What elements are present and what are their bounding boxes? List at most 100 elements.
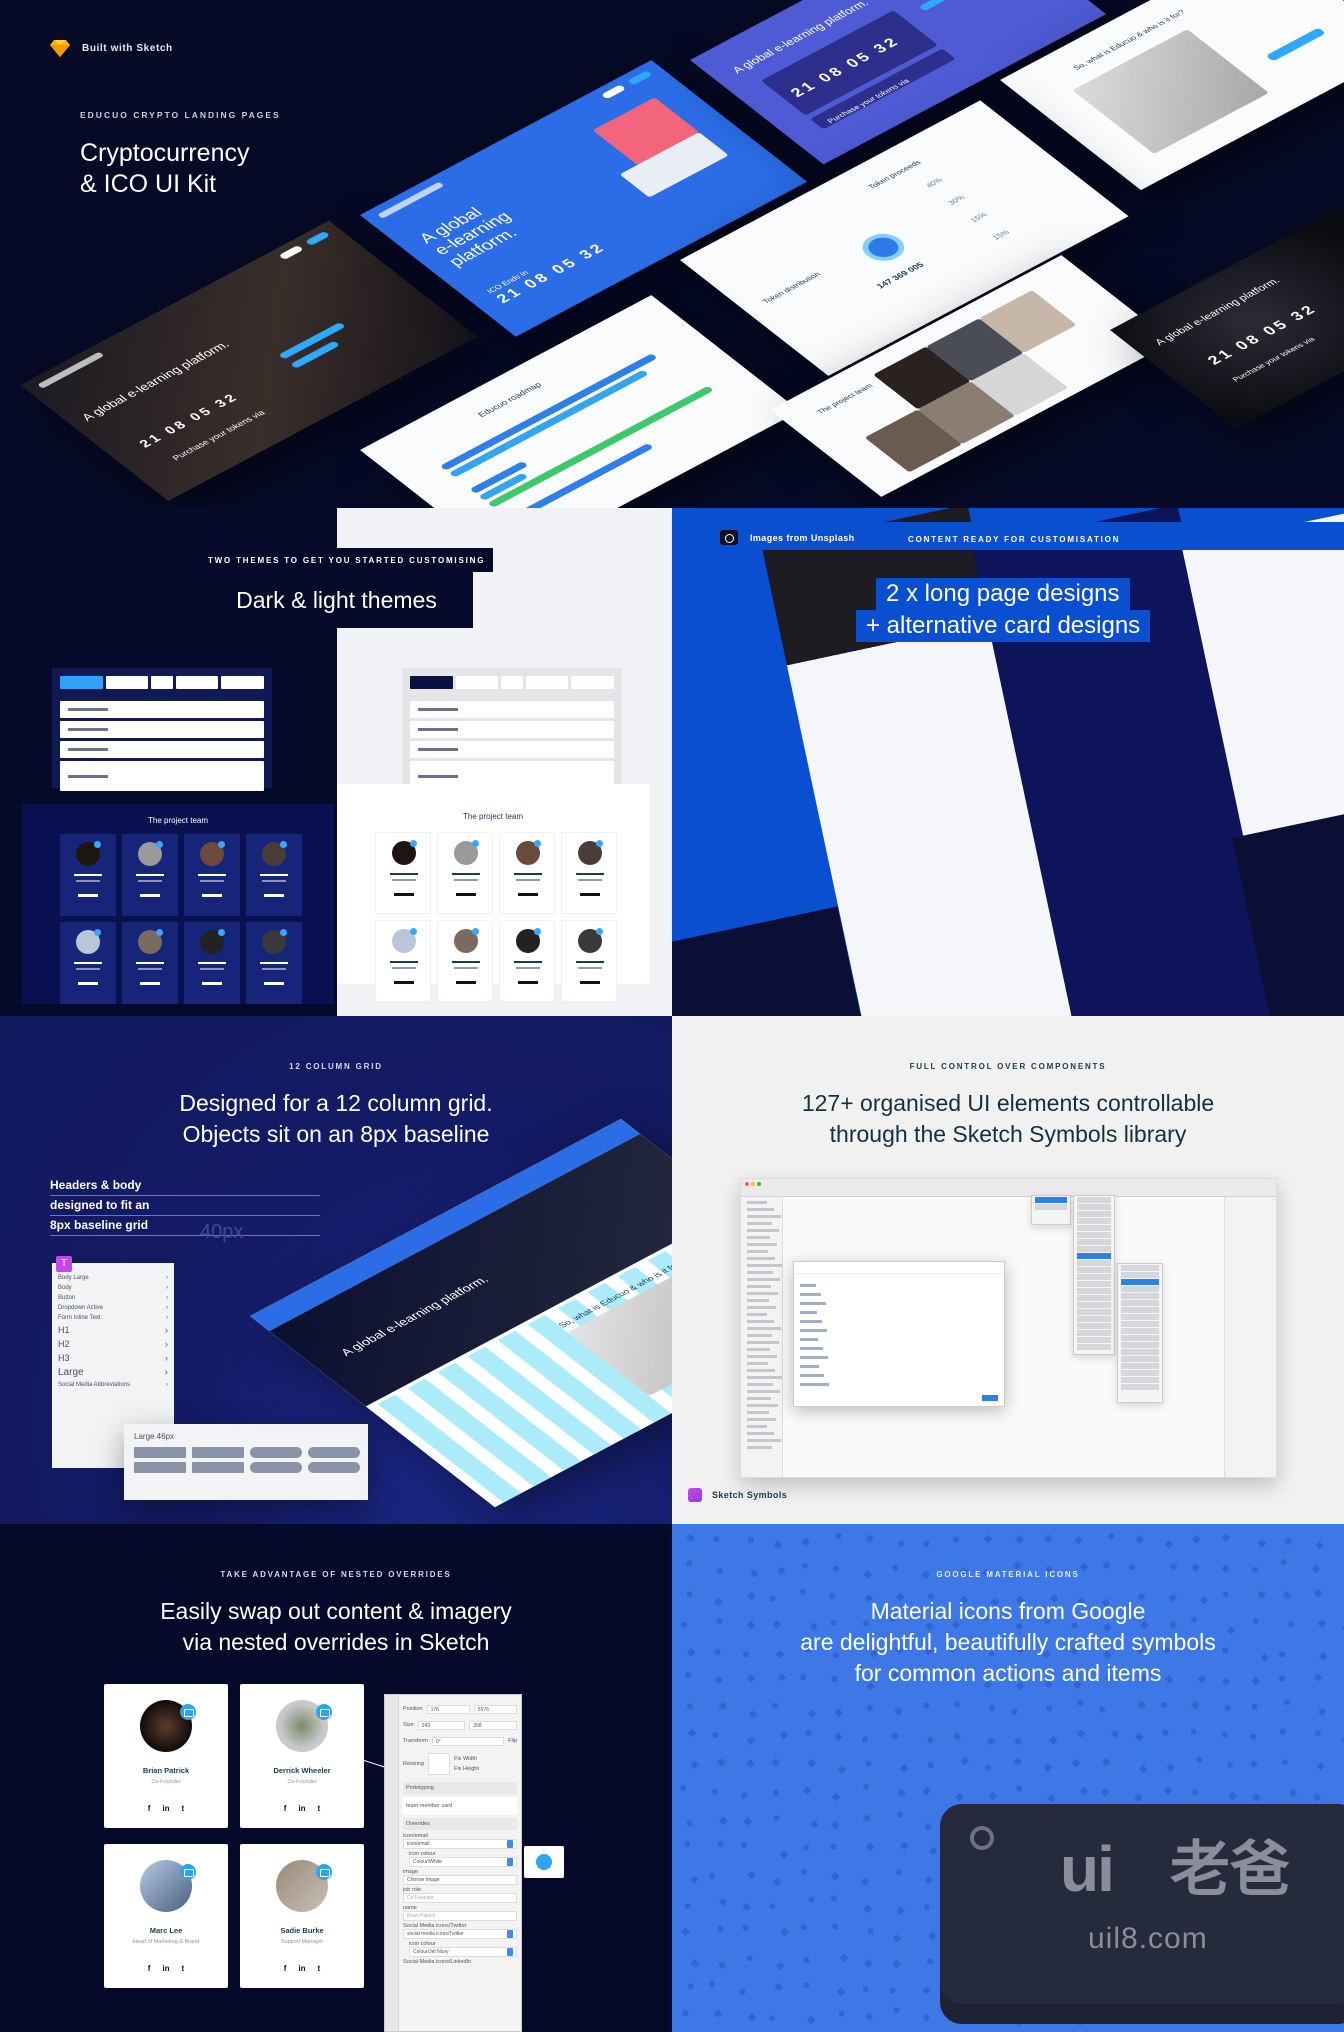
social-icons[interactable]	[140, 894, 160, 897]
faq-tab[interactable]	[151, 676, 173, 689]
choose-image-button[interactable]: Choose Image	[403, 1875, 517, 1885]
menu-item[interactable]	[1077, 1323, 1111, 1329]
layer-row[interactable]	[747, 1425, 767, 1428]
layer-row[interactable]	[747, 1404, 778, 1407]
text-style-item[interactable]: H2 ›	[58, 1339, 168, 1349]
position-x-field[interactable]: 176	[426, 1704, 470, 1714]
menu-item[interactable]	[1121, 1349, 1159, 1355]
facebook-icon[interactable]: f	[148, 1964, 151, 1973]
email-icon[interactable]	[280, 929, 287, 936]
icon-colour-select[interactable]: Colour/White	[409, 1857, 517, 1867]
text-style-item[interactable]: Form Inline Text ›	[58, 1315, 168, 1321]
menu-item[interactable]	[1077, 1337, 1111, 1343]
symbol-row[interactable]	[800, 1311, 817, 1314]
layer-row[interactable]	[747, 1362, 768, 1365]
social-icons[interactable]	[456, 893, 476, 896]
email-icon[interactable]	[596, 840, 603, 847]
facebook-icon[interactable]: f	[148, 1804, 151, 1813]
layer-row[interactable]	[747, 1292, 778, 1295]
linkedin-icon[interactable]: in	[298, 1964, 305, 1973]
fix-height-toggle[interactable]: Fix Height	[454, 1766, 479, 1772]
symbol-row[interactable]	[800, 1293, 821, 1296]
menu-item[interactable]	[1121, 1314, 1159, 1320]
layer-row[interactable]	[747, 1250, 768, 1253]
menu-item[interactable]	[1121, 1356, 1159, 1362]
email-icon[interactable]	[534, 928, 541, 935]
email-icon[interactable]	[316, 1864, 332, 1880]
team-card[interactable]	[60, 922, 116, 1004]
team-card[interactable]	[246, 922, 302, 1004]
email-icon[interactable]	[472, 928, 479, 935]
faq-item[interactable]	[410, 701, 614, 718]
menu-item[interactable]	[1077, 1330, 1111, 1336]
maximize-window-icon[interactable]	[757, 1182, 761, 1186]
layer-row[interactable]	[747, 1215, 781, 1218]
social-icons[interactable]	[264, 982, 284, 985]
menu-item[interactable]	[1121, 1384, 1159, 1390]
text-style-item[interactable]: H3 ›	[58, 1353, 168, 1363]
layer-row[interactable]	[747, 1355, 777, 1358]
menu-item[interactable]	[1077, 1309, 1111, 1315]
menu-item[interactable]	[1121, 1335, 1159, 1341]
team-card[interactable]	[246, 834, 302, 916]
menu-item[interactable]	[1077, 1246, 1111, 1252]
email-icon[interactable]	[218, 841, 225, 848]
faq-tab[interactable]	[221, 676, 265, 689]
menu-item[interactable]	[1077, 1281, 1111, 1287]
layer-row[interactable]	[747, 1369, 775, 1372]
social-icons[interactable]	[78, 982, 98, 985]
team-member-card[interactable]: Sadie Burke Support Manager f in t	[240, 1844, 364, 1988]
rotate-field[interactable]: 0°	[431, 1736, 505, 1746]
email-icon[interactable]	[218, 929, 225, 936]
text-style-item[interactable]: Dropdown Active ›	[58, 1305, 168, 1311]
job-role-input[interactable]: Co-Founder	[403, 1893, 517, 1903]
email-icon[interactable]	[156, 929, 163, 936]
height-field[interactable]: 268	[469, 1720, 518, 1730]
resizing-control[interactable]	[428, 1753, 451, 1775]
menu-item[interactable]	[1077, 1239, 1111, 1245]
faq-tab[interactable]	[571, 676, 615, 689]
team-card[interactable]	[184, 922, 240, 1004]
email-icon[interactable]	[94, 841, 101, 848]
twitter-icon[interactable]: t	[318, 1964, 321, 1973]
symbol-row[interactable]	[800, 1374, 824, 1377]
email-icon[interactable]	[472, 840, 479, 847]
team-card[interactable]	[184, 834, 240, 916]
position-y-field[interactable]: 5576	[473, 1704, 518, 1714]
menu-item[interactable]	[1077, 1302, 1111, 1308]
social-icons[interactable]	[456, 981, 476, 984]
layer-row[interactable]	[747, 1341, 779, 1344]
team-member-card[interactable]: Derrick Wheeler Co-Founder f in t	[240, 1684, 364, 1828]
layer-row[interactable]	[747, 1271, 773, 1274]
symbol-row[interactable]	[800, 1338, 818, 1341]
symbol-name[interactable]: team member card	[406, 1803, 452, 1809]
layer-row[interactable]	[747, 1383, 773, 1386]
menu-item[interactable]	[1077, 1295, 1111, 1301]
text-style-item[interactable]: Body Large ›	[58, 1275, 168, 1281]
layer-row[interactable]	[747, 1222, 772, 1225]
mock-button[interactable]	[250, 1447, 302, 1458]
faq-tab[interactable]	[525, 676, 569, 689]
faq-item[interactable]	[410, 741, 614, 758]
faq-item[interactable]	[410, 721, 614, 738]
faq-tab[interactable]	[105, 676, 149, 689]
layer-row[interactable]	[747, 1376, 782, 1379]
mock-button[interactable]	[308, 1462, 360, 1473]
email-icon[interactable]	[280, 841, 287, 848]
email-icon[interactable]	[410, 840, 417, 847]
text-style-item[interactable]: Button ›	[58, 1295, 168, 1301]
symbol-row[interactable]	[800, 1329, 827, 1332]
text-style-item[interactable]: Social Media Abbreviations ›	[58, 1382, 168, 1388]
menu-item[interactable]	[1121, 1293, 1159, 1299]
menu-item[interactable]	[1077, 1211, 1111, 1217]
mock-button[interactable]	[192, 1462, 244, 1473]
team-card[interactable]	[60, 834, 116, 916]
faq-item[interactable]	[60, 701, 264, 718]
layer-row[interactable]	[747, 1278, 780, 1281]
mock-button[interactable]	[192, 1447, 244, 1458]
menu-item[interactable]	[1077, 1344, 1111, 1350]
dialog-confirm-button[interactable]	[982, 1395, 998, 1401]
layer-row[interactable]	[747, 1201, 767, 1204]
linkedin-icon[interactable]: in	[298, 1804, 305, 1813]
layer-row[interactable]	[747, 1243, 777, 1246]
